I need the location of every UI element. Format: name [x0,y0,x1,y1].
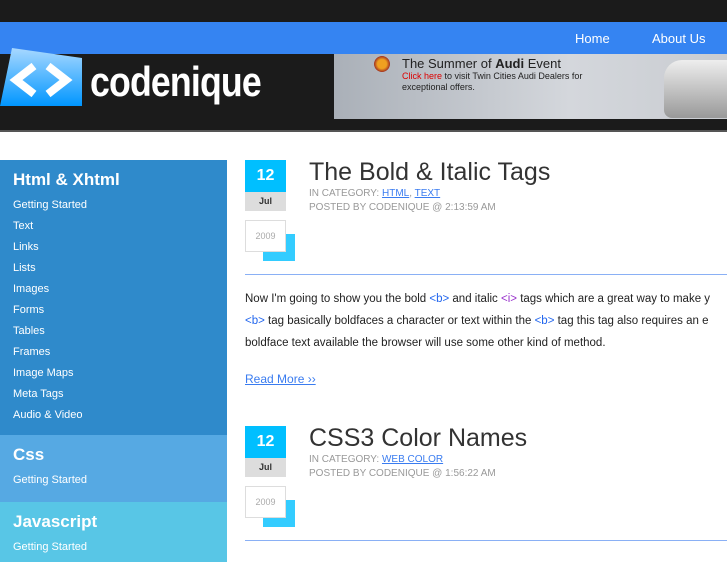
car-image [664,60,727,118]
section-title[interactable]: Html & Xhtml [13,170,214,195]
nav-home[interactable]: Home [575,31,610,46]
section-title[interactable]: Css [13,445,214,470]
post: 12 Jul 2009 CSS3 Color Names IN CATEGORY… [245,424,727,545]
post-category: IN CATEGORY: HTML, TEXT [309,188,441,199]
sidebar: Html & Xhtml Getting Started Text Links … [0,160,227,562]
sidebar-item[interactable]: Forms [13,300,214,321]
nav-bar: Home About Us [0,22,727,54]
date-day: 12 [245,160,286,192]
post-author: POSTED BY CODENIQUE @ 2:13:59 AM [309,202,496,213]
ad-title: The Summer of Audi Event [402,56,561,71]
sidebar-item[interactable]: Meta Tags [13,384,214,405]
post: 12 Jul 2009 The Bold & Italic Tags IN CA… [245,158,727,400]
post-title[interactable]: CSS3 Color Names [309,424,527,453]
date-year: 2009 [245,486,286,518]
date-badge: 12 Jul [245,160,286,211]
sidebar-item[interactable]: Tables [13,321,214,342]
code-logo-icon[interactable] [0,48,82,108]
sidebar-item[interactable]: Links [13,237,214,258]
divider [245,274,727,275]
category-link[interactable]: HTML [382,188,409,199]
date-year: 2009 [245,220,286,252]
audi-ad-banner[interactable]: The Summer of Audi Event Click here to v… [334,54,727,119]
nav-about-us[interactable]: About Us [652,31,705,46]
date-badge: 12 Jul [245,426,286,477]
top-bar [0,0,727,22]
post-category: IN CATEGORY: WEB COLOR [309,454,444,465]
sidebar-section-javascript: Javascript Getting Started [0,502,227,562]
section-title[interactable]: Javascript [13,512,214,537]
category-link[interactable]: TEXT [415,188,441,199]
post-excerpt: Now I'm going to show you the bold <b> a… [245,293,711,349]
sidebar-item[interactable]: Getting Started [13,537,214,558]
date-month: Jul [245,458,286,477]
post-title[interactable]: The Bold & Italic Tags [309,158,550,187]
sidebar-item[interactable]: Getting Started [13,470,214,491]
ad-text: Click here to visit Twin Cities Audi Dea… [402,71,583,92]
sidebar-item[interactable]: Audio & Video [13,405,214,426]
sidebar-item[interactable]: Images [13,279,214,300]
sidebar-item[interactable]: Image Maps [13,363,214,384]
sun-icon [374,56,390,72]
sidebar-item[interactable]: Text [13,216,214,237]
sidebar-section-css: Css Getting Started [0,435,227,502]
sidebar-item[interactable]: Frames [13,342,214,363]
sidebar-section-html: Html & Xhtml Getting Started Text Links … [0,160,227,435]
header: codenique The Summer of Audi Event Click… [0,48,727,132]
post-author: POSTED BY CODENIQUE @ 1:56:22 AM [309,468,496,479]
category-link[interactable]: WEB COLOR [382,454,443,465]
date-day: 12 [245,426,286,458]
sidebar-item[interactable]: Getting Started [13,195,214,216]
sidebar-item[interactable]: Lists [13,258,214,279]
read-more-link[interactable]: Read More ›› [245,372,316,386]
logo-text[interactable]: codenique [90,58,262,106]
date-month: Jul [245,192,286,211]
divider [245,540,727,541]
